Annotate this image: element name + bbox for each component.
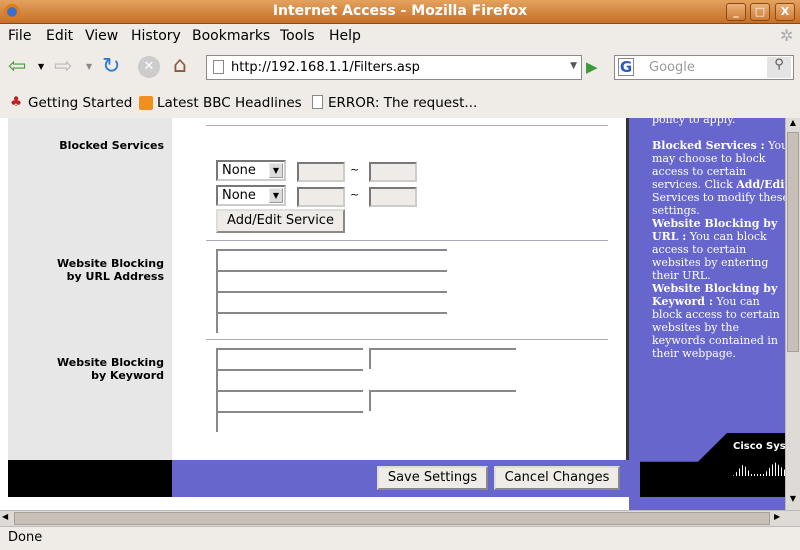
window-title: Internet Access - Mozilla Firefox bbox=[272, 3, 528, 19]
status-bar: Done bbox=[0, 526, 800, 550]
stop-icon[interactable]: ✕ bbox=[138, 56, 160, 78]
label-line: Website Blocking bbox=[57, 257, 164, 270]
label-line: by Keyword bbox=[91, 369, 164, 382]
url-bar[interactable]: http://192.168.1.1/Filters.asp ▼ bbox=[206, 55, 582, 80]
title-bar: Internet Access - Mozilla Firefox _ □ X bbox=[0, 0, 800, 24]
url-input-3[interactable] bbox=[216, 291, 447, 312]
label-line: by URL Address bbox=[66, 270, 164, 283]
home-icon[interactable]: ⌂ bbox=[173, 53, 187, 78]
minimize-button[interactable]: _ bbox=[726, 3, 746, 21]
menu-bar: File Edit View History Bookmarks Tools H… bbox=[0, 24, 800, 48]
back-icon[interactable]: ⇦ bbox=[8, 54, 26, 79]
menu-tools[interactable]: Tools bbox=[280, 28, 315, 44]
menu-history[interactable]: History bbox=[131, 28, 181, 44]
status-text: Done bbox=[8, 530, 43, 545]
add-edit-service-button[interactable]: Add/Edit Service bbox=[216, 209, 345, 233]
scroll-thumb[interactable] bbox=[787, 132, 799, 352]
menu-file[interactable]: File bbox=[8, 28, 31, 44]
port-separator: ~ bbox=[350, 188, 360, 201]
maximize-button[interactable]: □ bbox=[750, 3, 770, 21]
horizontal-scrollbar[interactable]: ◀ ▶ bbox=[0, 510, 800, 526]
vertical-scrollbar[interactable]: ▲ ▼ bbox=[785, 118, 800, 510]
help-blocked-services: Blocked Services : You may choose to blo… bbox=[652, 139, 785, 217]
reload-icon[interactable]: ↻ bbox=[102, 54, 120, 79]
service-select-1-value: None bbox=[222, 163, 256, 178]
horizontal-scroll-thumb[interactable] bbox=[14, 512, 770, 525]
cisco-logo: Cisco Systems bbox=[733, 441, 785, 452]
keyword-input-5[interactable] bbox=[369, 390, 516, 411]
help-top: policy to apply. bbox=[652, 118, 736, 126]
bookmark-bbc[interactable]: Latest BBC Headlines bbox=[157, 95, 302, 111]
page-icon bbox=[312, 95, 323, 109]
page-icon bbox=[213, 60, 224, 74]
rss-icon bbox=[139, 96, 153, 110]
help-url-blocking: Website Blocking by URL : You can block … bbox=[652, 217, 785, 282]
help-heading: Blocked Services : bbox=[652, 139, 765, 152]
keyword-input-3[interactable] bbox=[216, 369, 363, 390]
forward-dropdown-icon[interactable]: ▼ bbox=[86, 62, 92, 71]
service-select-1[interactable]: None ▼ bbox=[216, 160, 286, 181]
go-icon[interactable]: ▶ bbox=[586, 58, 598, 76]
search-placeholder: Google bbox=[649, 60, 695, 75]
getting-started-icon: ♣ bbox=[10, 94, 23, 110]
search-box[interactable]: G Google ⚲ bbox=[614, 55, 794, 80]
cancel-changes-button[interactable]: Cancel Changes bbox=[494, 466, 620, 490]
service-select-2[interactable]: None ▼ bbox=[216, 185, 286, 206]
menu-edit[interactable]: Edit bbox=[46, 28, 73, 44]
search-icon[interactable]: ⚲ bbox=[767, 57, 791, 78]
scroll-up-icon[interactable]: ▲ bbox=[786, 118, 800, 132]
url-text: http://192.168.1.1/Filters.asp bbox=[231, 60, 420, 75]
google-icon[interactable]: G bbox=[618, 58, 634, 76]
scroll-left-icon[interactable]: ◀ bbox=[2, 512, 8, 521]
footer-left bbox=[8, 460, 172, 497]
url-blocking-label: Website Blocking by URL Address bbox=[8, 257, 164, 283]
help-text: Services to modify these settings. bbox=[652, 191, 785, 217]
label-column bbox=[8, 118, 172, 460]
port-start-1[interactable] bbox=[297, 162, 345, 182]
label-line: Website Blocking bbox=[57, 356, 164, 369]
help-keyword-blocking: Website Blocking by Keyword : You can bl… bbox=[652, 282, 785, 360]
bookmark-error[interactable]: ERROR: The request... bbox=[328, 95, 477, 111]
service-select-2-value: None bbox=[222, 188, 256, 203]
url-input-1[interactable] bbox=[216, 249, 447, 270]
keyword-input-6[interactable] bbox=[216, 411, 363, 432]
chevron-down-icon: ▼ bbox=[269, 163, 283, 178]
port-separator: ~ bbox=[350, 163, 360, 176]
port-end-2[interactable] bbox=[369, 187, 417, 207]
url-input-4[interactable] bbox=[216, 312, 447, 333]
close-button[interactable]: X bbox=[775, 3, 795, 21]
blocked-services-label: Blocked Services bbox=[59, 139, 164, 152]
page-content: Blocked Services None ▼ ~ None ▼ ~ Add/Edi… bbox=[0, 118, 785, 510]
url-input-2[interactable] bbox=[216, 270, 447, 291]
throbber-icon: ✲ bbox=[780, 26, 794, 45]
scroll-down-icon[interactable]: ▼ bbox=[786, 494, 800, 508]
save-settings-button[interactable]: Save Settings bbox=[377, 466, 488, 490]
port-end-1[interactable] bbox=[369, 162, 417, 182]
keyword-blocking-label: Website Blocking by Keyword bbox=[8, 356, 164, 382]
keyword-input-2[interactable] bbox=[369, 348, 516, 369]
chevron-down-icon: ▼ bbox=[269, 188, 283, 203]
menu-bookmarks[interactable]: Bookmarks bbox=[192, 28, 270, 44]
url-dropdown-icon[interactable]: ▼ bbox=[570, 61, 577, 71]
menu-view[interactable]: View bbox=[85, 28, 118, 44]
help-bold: Add/Edit bbox=[736, 178, 785, 191]
keyword-input-1[interactable] bbox=[216, 348, 363, 369]
port-start-2[interactable] bbox=[297, 187, 345, 207]
keyword-input-4[interactable] bbox=[216, 390, 363, 411]
scroll-right-icon[interactable]: ▶ bbox=[774, 512, 780, 521]
menu-help[interactable]: Help bbox=[329, 28, 361, 44]
back-dropdown-icon[interactable]: ▼ bbox=[38, 62, 44, 71]
forward-icon[interactable]: ⇨ bbox=[54, 54, 72, 79]
bookmark-getting-started[interactable]: Getting Started bbox=[28, 95, 132, 111]
bookmarks-toolbar: ♣ Getting Started Latest BBC Headlines E… bbox=[0, 90, 800, 116]
